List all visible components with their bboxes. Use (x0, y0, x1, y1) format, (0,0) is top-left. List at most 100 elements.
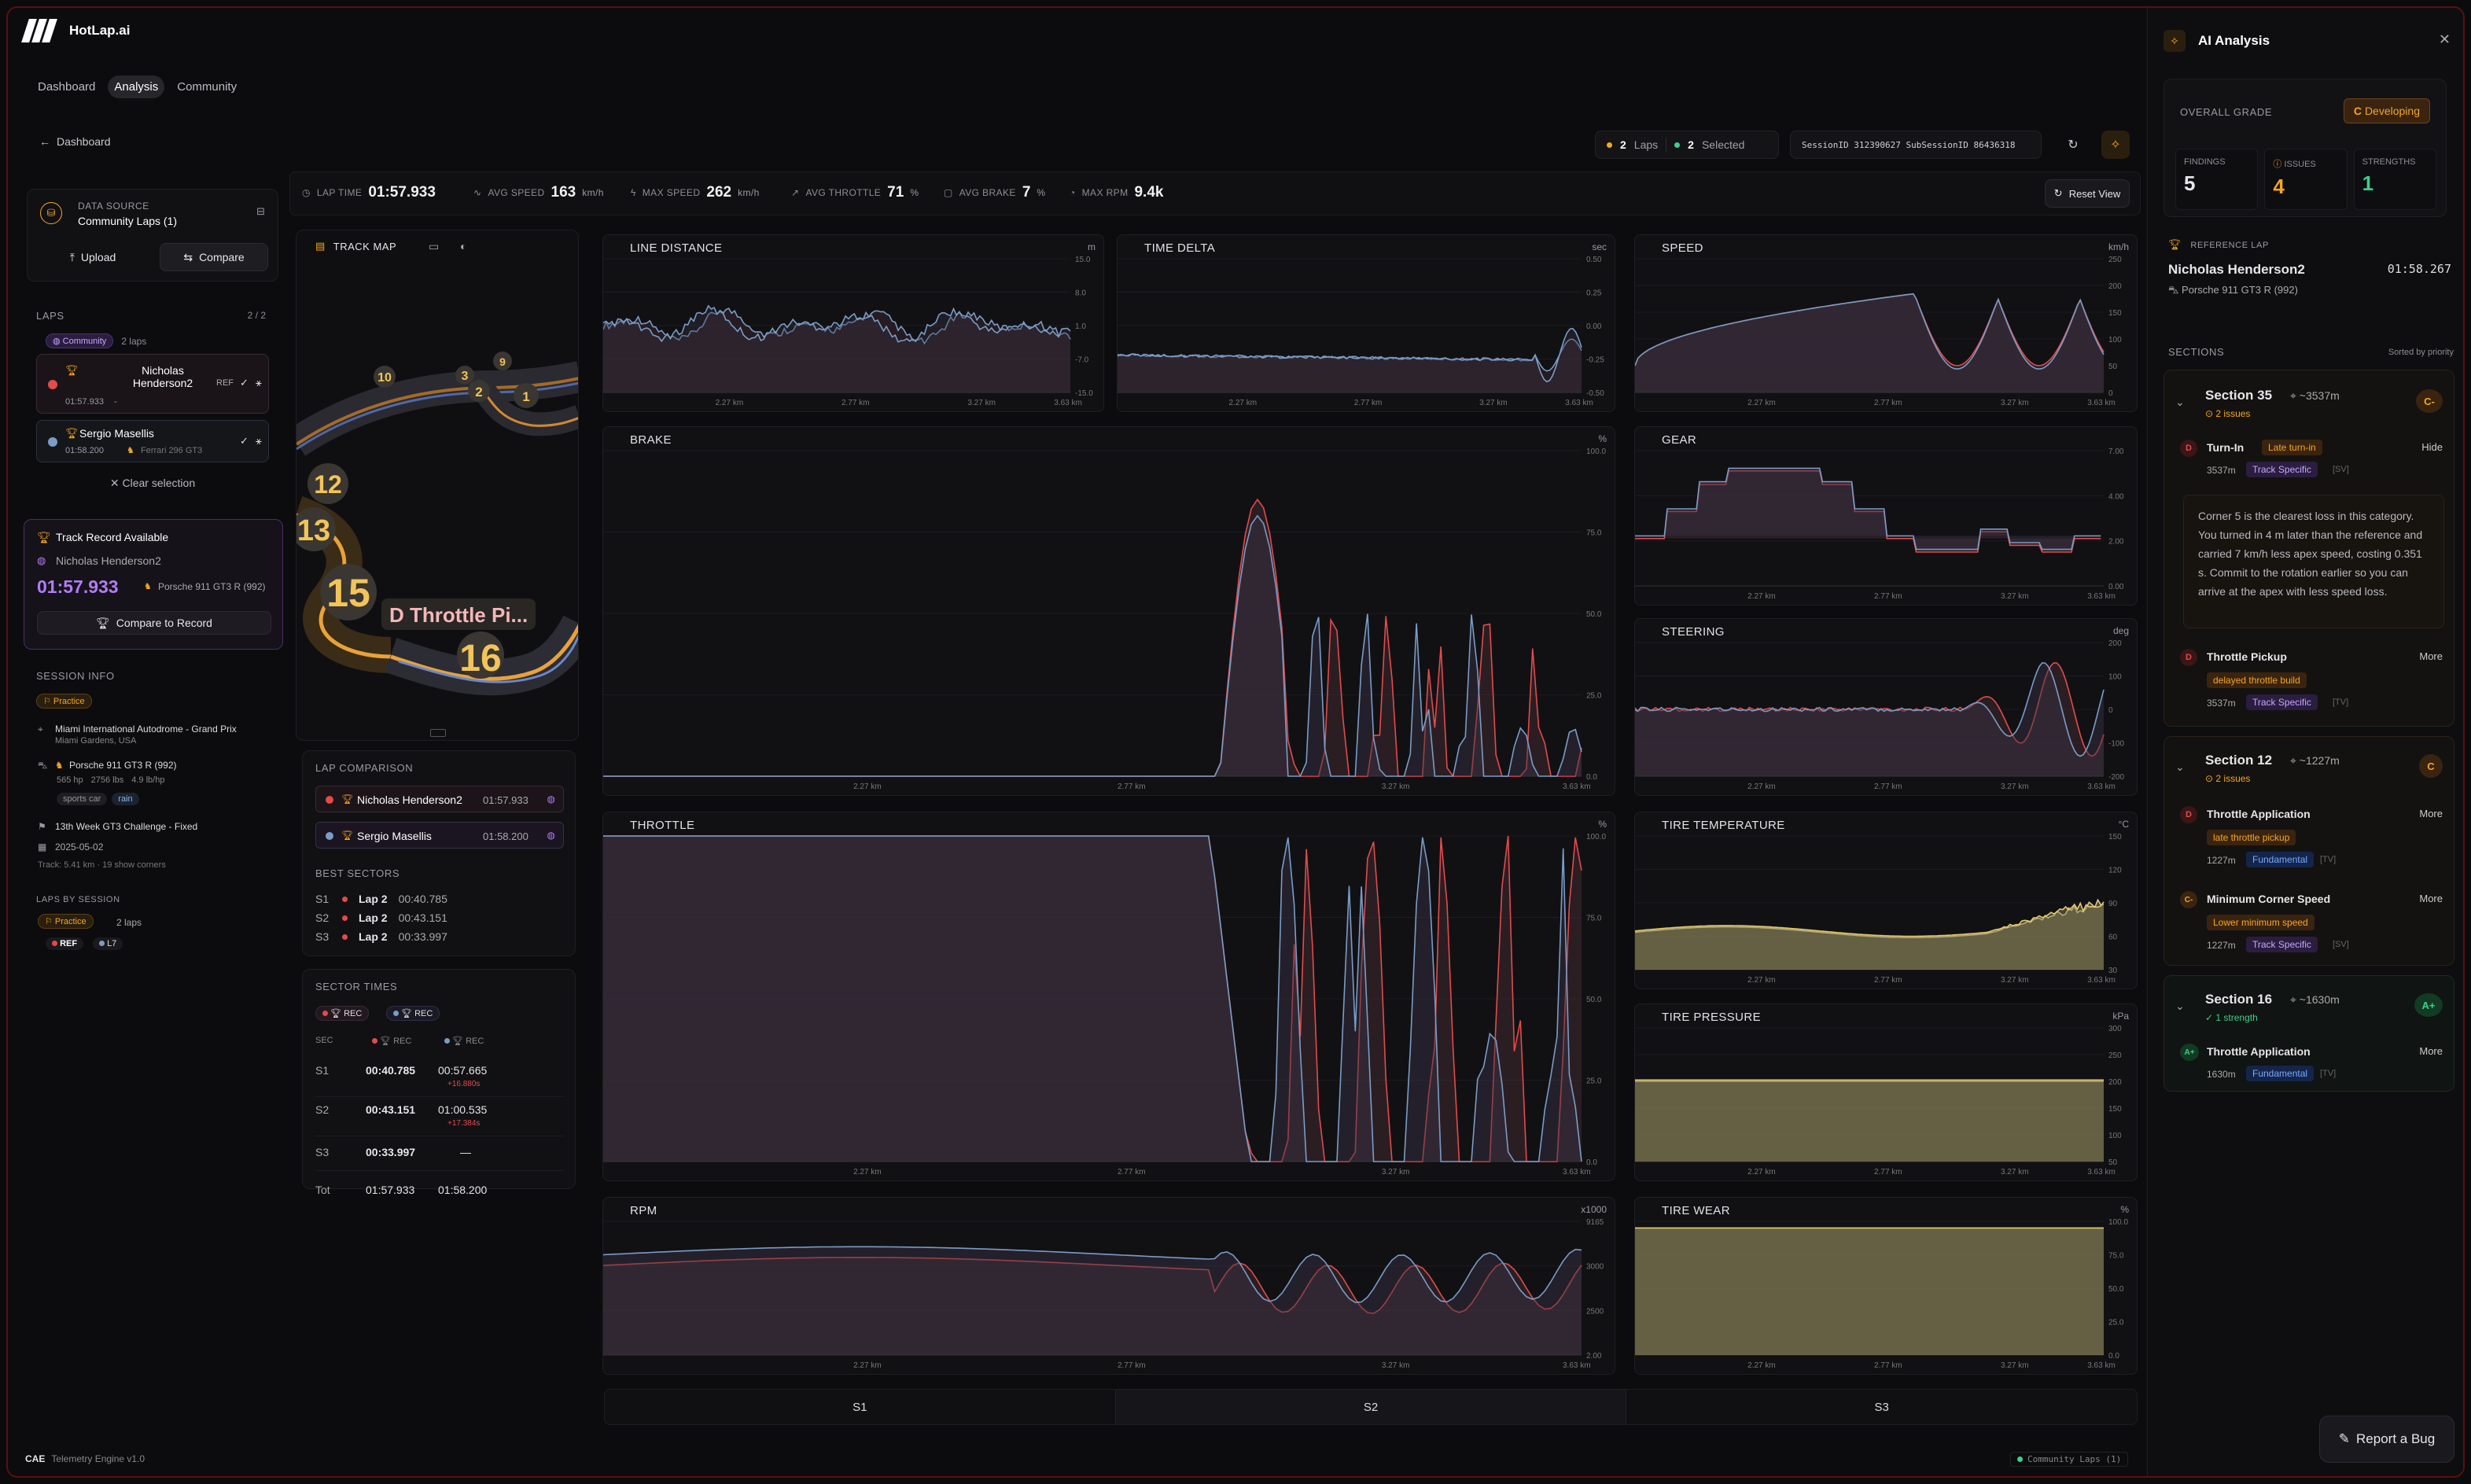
comparison-row[interactable]: 🏆︎ Nicholas Henderson2 01:57.933 ◍ (315, 786, 564, 812)
rec-chip[interactable]: 🏆︎ REC (386, 1006, 440, 1021)
corner-label-2[interactable]: 2 (468, 380, 490, 402)
lap-row[interactable]: 🏆︎ Sergio Masellis 01:58.200 ♞ Ferrari 2… (36, 420, 269, 462)
chart-plot[interactable]: 15.0 8.0 1.0 -7.0 -15.0 2.27 km 2.77 km 3.27 km… (603, 235, 1104, 412)
chart-plot[interactable]: 100.0 75.0 50.0 25.0 0.0 2.27 km 2.77 km 3.27 k… (1635, 1198, 2138, 1375)
more-button[interactable]: More (2419, 650, 2443, 662)
sections-sort[interactable]: Sorted by priority (2388, 348, 2454, 357)
chart-gear[interactable]: GEAR 7.00 4.00 2.00 0.00 2.27 km 2.77 km 3.27 k… (1634, 426, 2138, 606)
chart-time-delta[interactable]: TIME DELTA sec 0.50 0.25 0.00 -0.25 -0.50 2.27 … (1117, 234, 1615, 412)
report-bug-button[interactable]: ✎ Report a Bug (2319, 1416, 2454, 1463)
chart-plot[interactable]: 100.0 75.0 50.0 25.0 0.0 2.27 km 2.77 km 3.27 k… (603, 427, 1615, 796)
corner-label-15[interactable]: 15 (320, 564, 377, 620)
laps-count: 2 (1620, 138, 1626, 151)
compare-button[interactable]: ⇆ Compare (160, 243, 268, 271)
section-dist: ~3537m (2299, 389, 2340, 402)
chart-tire-wear[interactable]: TIRE WEAR% 100.0 75.0 50.0 25.0 0.0 2.27 km 2.7… (1634, 1197, 2138, 1375)
chart-line-distance[interactable]: LINE DISTANCE m 15.0 8.0 1.0 -7.0 -15.0 2.27 km… (602, 234, 1104, 412)
y-tick-label: -15.0 (1075, 389, 1093, 398)
sector-s2[interactable]: S2 (1114, 1390, 1627, 1424)
chevron-down-icon[interactable]: ⌄ (2175, 1000, 2185, 1013)
hide-button[interactable]: Hide (2421, 441, 2443, 453)
session-chip[interactable]: ⚐ Practice (38, 914, 94, 929)
clear-selection-button[interactable]: ✕ Clear selection (27, 477, 278, 490)
comparison-row[interactable]: 🏆︎ Sergio Masellis 01:58.200 ◍ (315, 822, 564, 849)
location-pin-icon: ⌖ (38, 724, 43, 735)
check-icon[interactable]: ✓ (240, 435, 249, 447)
camera-icon[interactable]: ▭ (429, 240, 439, 253)
check-icon[interactable]: ✓ (240, 377, 249, 389)
x-tick-label: 2.27 km (853, 1168, 882, 1177)
chart-rpm[interactable]: RPM x1000 9165 3000 2500 2.00 2.27 km 2.77 km 3.… (602, 1197, 1615, 1375)
x-tick-label: 2.27 km (1229, 399, 1258, 407)
x-tick-label: 3.27 km (2001, 399, 2029, 407)
chart-plot[interactable]: 300 250 200 150 100 50 2.27 km 2.77 km 3.27 km 3.… (1635, 1004, 2138, 1181)
nav-community[interactable]: Community (171, 75, 243, 98)
l7-lap-chip[interactable]: L7 (93, 937, 123, 950)
ref-lap-chip[interactable]: REF (46, 937, 84, 950)
nav-dashboard[interactable]: Dashboard (31, 75, 101, 98)
chart-plot[interactable]: 150 120 90 60 30 2.27 km 2.77 km 3.27 km 3.63 km (1635, 812, 2138, 989)
best-sector-row: S1 Lap 2 00:40.785 (315, 893, 447, 905)
chart-speed[interactable]: SPEED km/h 250 200 150 100 50 0 2.27 km 2.77 km 3.… (1634, 234, 2138, 412)
magic-wand-icon[interactable]: ⚹ (256, 435, 262, 447)
app-frame: HotLap.ai Dashboard Analysis Community ←… (6, 6, 2465, 1478)
corner-label-13[interactable]: 13 (296, 507, 336, 551)
rec-chip[interactable]: 🏆︎ REC (315, 1006, 370, 1021)
nav-analysis[interactable]: Analysis (108, 75, 165, 98)
stat-value: 262 (706, 184, 732, 201)
more-button[interactable]: More (2419, 808, 2443, 819)
chart-tire-pressure[interactable]: TIRE PRESSURE kPa 300 250 200 150 100 50 2.27 km… (1634, 1003, 2138, 1181)
sector-s3[interactable]: S3 (1626, 1390, 2137, 1424)
lap-row[interactable]: 🏆︎ Nicholas Henderson2 01:57.933 - REF ✓… (36, 354, 269, 414)
refresh-icon[interactable]: ↻ (2059, 131, 2087, 159)
footer-brand: CAE (25, 1453, 46, 1464)
chevron-down-icon[interactable]: ⌄ (2175, 396, 2185, 409)
chart-plot[interactable]: 9165 3000 2500 2.00 2.27 km 2.77 km 3.27 km 3.6… (603, 1198, 1615, 1375)
corner-label-10[interactable]: 10 (374, 366, 396, 388)
stat-label: MAX SPEED (642, 187, 701, 198)
chart-tire-temp[interactable]: TIRE TEMPERATURE °C 150 120 90 60 30 2.27 km 2.7… (1634, 812, 2138, 989)
chart-throttle[interactable]: THROTTLE% 100.0 75.0 50.0 25.0 0.0 2.27 km 2.77… (602, 812, 1615, 1181)
corner-label-16[interactable]: 16 (457, 632, 504, 679)
collapse-icon[interactable]: ⊟ (256, 205, 265, 218)
community-chip[interactable]: ◍ Community (46, 333, 114, 348)
track-map-svg[interactable]: 10 3 9 2 1 12 13 15 16 D Throttle Pi... (296, 230, 579, 741)
back-link[interactable]: ← Dashboard (39, 135, 111, 148)
chart-plot[interactable]: 7.00 4.00 2.00 0.00 2.27 km 2.77 km 3.27 km 3.6… (1635, 427, 2138, 606)
x-tick-label: 3.63 km (2087, 399, 2116, 407)
trophy-icon: 🏆︎ (65, 364, 79, 376)
y-tick-label: -200 (2108, 773, 2124, 782)
chart-steering[interactable]: STEERING deg 200 100 0 -100 -200 2.27 km 2.77 km… (1634, 618, 2138, 796)
resize-handle[interactable] (430, 729, 446, 737)
chart-plot[interactable]: 0.50 0.25 0.00 -0.25 -0.50 2.27 km 2.77 km 3.27… (1118, 235, 1615, 412)
logo[interactable]: HotLap.ai (21, 19, 130, 42)
corner-label-12[interactable]: 12 (307, 463, 348, 504)
magic-wand-icon[interactable]: ⚹ (256, 377, 262, 389)
palette-icon[interactable]: ◐ (460, 240, 466, 252)
chart-plot[interactable]: 250 200 150 100 50 0 2.27 km 2.77 km 3.27 km 3.63… (1635, 235, 2138, 412)
sector-s1[interactable]: S1 (605, 1390, 1115, 1424)
compare-to-record-button[interactable]: 🏆︎ Compare to Record (37, 611, 271, 635)
x-tick-label: 3.63 km (1563, 783, 1591, 791)
more-button[interactable]: More (2419, 1045, 2443, 1057)
chart-plot[interactable]: 100.0 75.0 50.0 25.0 0.0 2.27 km 2.77 km 3.27 k… (603, 812, 1615, 1181)
corner-label-3[interactable]: 3 (455, 366, 474, 385)
calendar-icon: ▦ (38, 841, 47, 852)
upload-button[interactable]: ⤒ Upload (39, 243, 147, 271)
corner-label-9[interactable]: 9 (493, 352, 512, 370)
svg-text:3: 3 (462, 370, 469, 383)
x-tick-label: 3.27 km (2001, 1168, 2029, 1177)
trophy-icon: 🏆︎ (96, 616, 110, 629)
chart-brake[interactable]: BRAKE% 100.0 75.0 50.0 25.0 0.0 2.27 km 2.77 km… (602, 426, 1615, 796)
ai-sparkle-icon[interactable]: ✧ (2101, 131, 2130, 159)
corner-label-1[interactable]: 1 (514, 383, 539, 408)
chart-plot[interactable]: 200 100 0 -100 -200 2.27 km 2.77 km 3.27 km 3.63… (1635, 619, 2138, 796)
reset-view-button[interactable]: ↻ Reset View (2045, 179, 2130, 208)
sector-strip: S1 S2 S3 (604, 1389, 2138, 1425)
more-button[interactable]: More (2419, 893, 2443, 904)
selected-count: 2 (1688, 138, 1694, 151)
comparison-time: 01:58.200 (483, 830, 528, 842)
close-icon[interactable]: ✕ (2439, 31, 2451, 48)
x-tick-label: 3.63 km (1563, 1361, 1591, 1370)
chevron-down-icon[interactable]: ⌄ (2175, 760, 2185, 774)
